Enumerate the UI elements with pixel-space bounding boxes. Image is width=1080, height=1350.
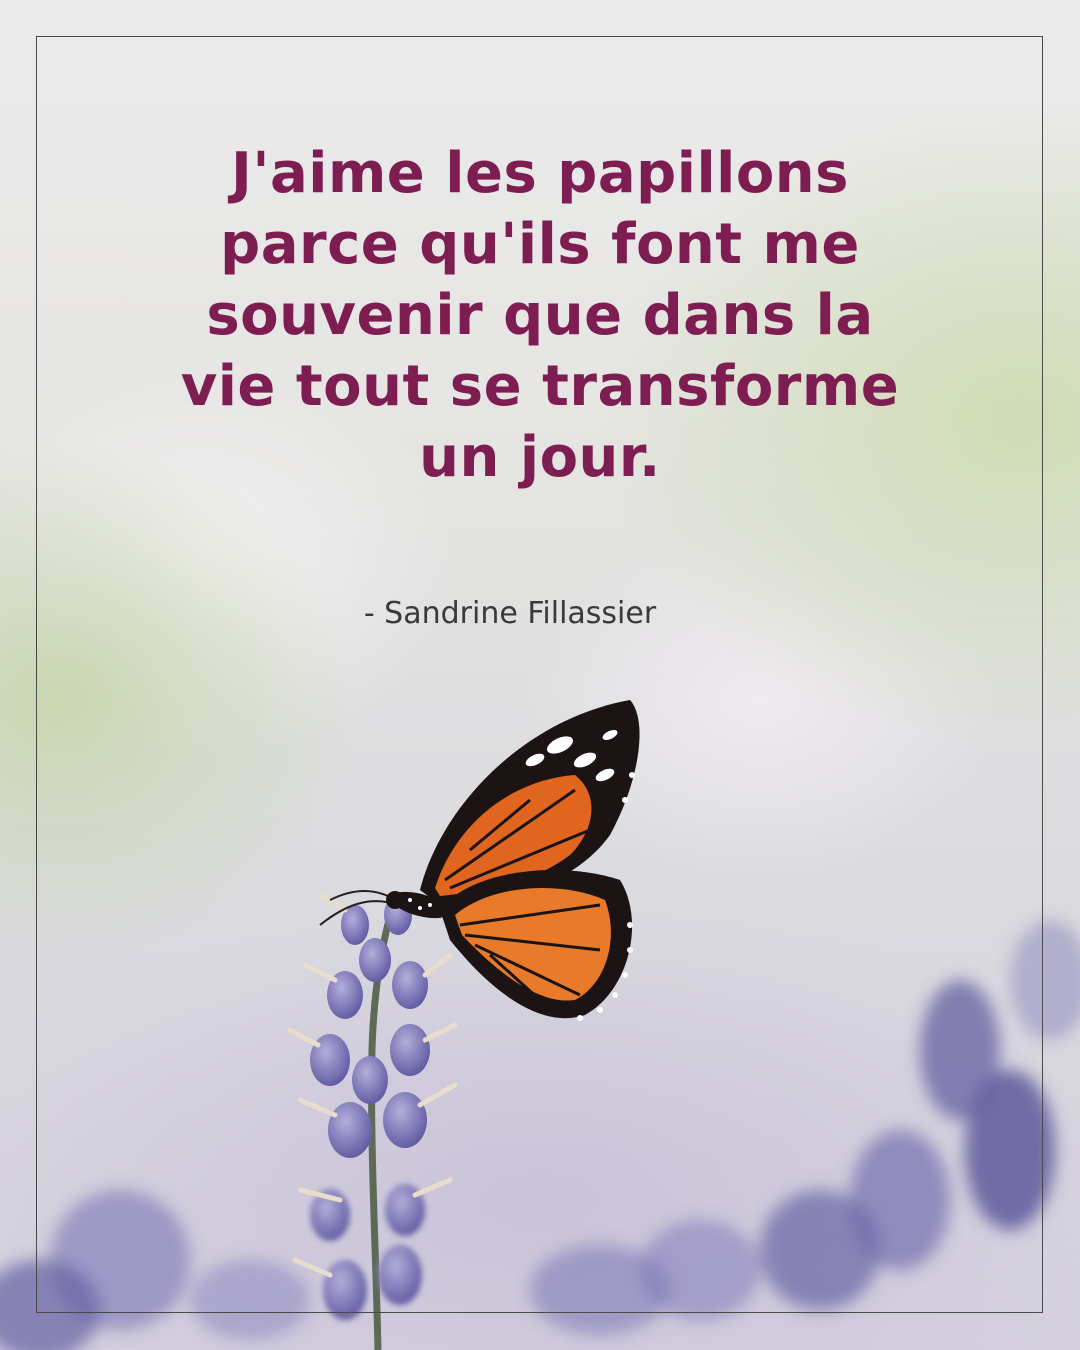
quote-line: parce qu'ils font me [220,212,860,277]
quote-line: souvenir que dans la [206,283,874,348]
quote-line: un jour. [419,425,661,490]
quote-text: J'aime les papillons parce qu'ils font m… [60,138,1020,493]
quote-line: J'aime les papillons [230,141,849,206]
quote-line: vie tout se transforme [180,354,900,419]
quote-author: - Sandrine Fillassier [363,596,657,631]
